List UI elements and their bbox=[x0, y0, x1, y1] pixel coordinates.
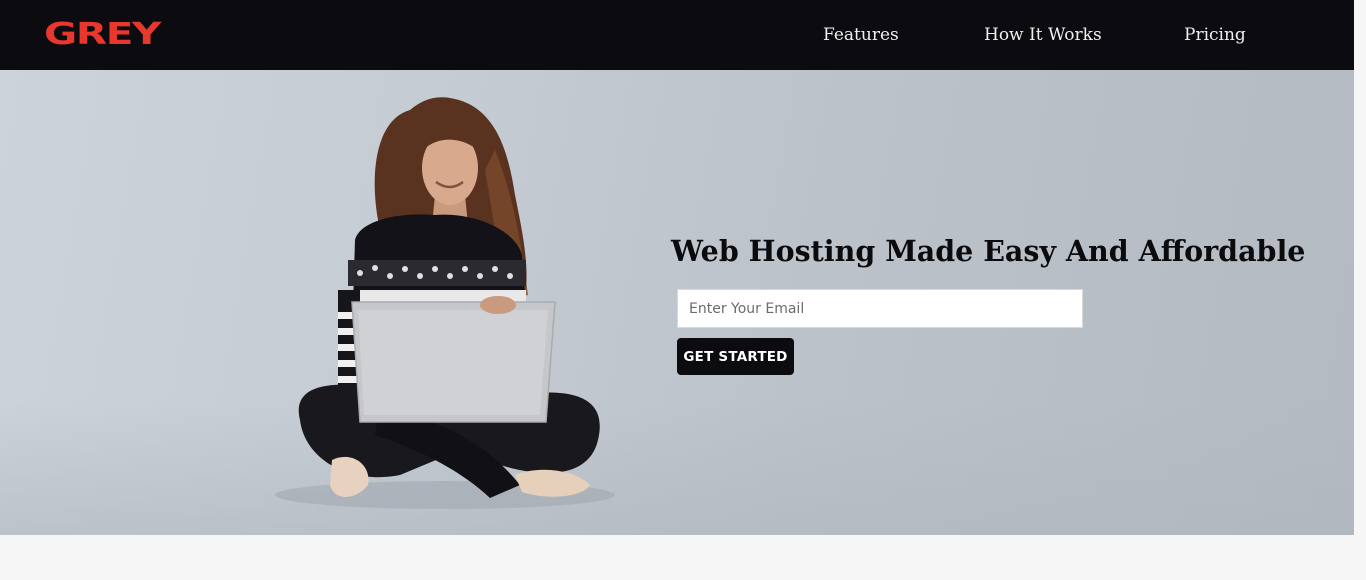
nav-links: Features How It Works Pricing bbox=[0, 24, 1354, 48]
email-input[interactable] bbox=[677, 289, 1083, 328]
navbar: GREY Features How It Works Pricing bbox=[0, 0, 1354, 70]
get-started-button[interactable]: GET STARTED bbox=[677, 338, 794, 375]
hero-title: Web Hosting Made Easy And Affordable bbox=[671, 234, 1306, 268]
hero-floor-shade bbox=[0, 400, 1354, 535]
nav-link-pricing[interactable]: Pricing bbox=[1184, 24, 1246, 46]
page-scrollbar[interactable] bbox=[1354, 0, 1366, 580]
hero-photo-woman-with-laptop bbox=[275, 97, 615, 509]
nav-link-how-it-works[interactable]: How It Works bbox=[984, 24, 1102, 46]
hero-section: Web Hosting Made Easy And Affordable GET… bbox=[0, 70, 1354, 535]
nav-link-features[interactable]: Features bbox=[823, 24, 899, 46]
